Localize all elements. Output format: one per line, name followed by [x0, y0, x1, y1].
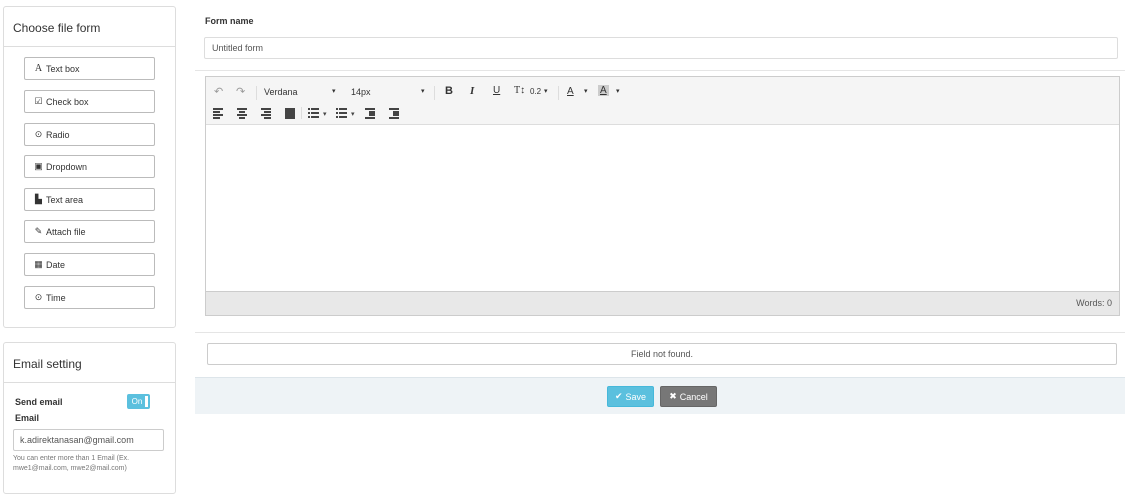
undo-icon[interactable]: ↶	[214, 85, 223, 98]
toolbar-separator	[558, 86, 559, 100]
line-height-value[interactable]: 0.2	[530, 87, 541, 96]
toggle-label: On	[131, 397, 143, 406]
email-label: Email	[15, 413, 40, 423]
date-label: Date	[46, 259, 66, 270]
font-color-icon[interactable]: A	[567, 86, 574, 97]
editor-status-bar: Words: 0	[206, 291, 1119, 315]
checkbox-icon: ☑	[34, 96, 43, 106]
editor-toolbar: ↶ ↷ Verdana ▾ 14px ▾ B I U T↕ 0.2 ▾ A ▾ …	[206, 77, 1119, 125]
email-help-text: You can enter more than 1 Email (Ex. mwe…	[13, 455, 130, 472]
bold-icon[interactable]: B	[445, 85, 453, 97]
line-height-icon[interactable]: T↕	[514, 85, 525, 96]
attach-file-label: Attach file	[46, 226, 86, 237]
not-found-text: Field not found.	[630, 349, 694, 359]
font-size-select[interactable]: 14px	[351, 87, 371, 97]
italic-icon[interactable]: I	[470, 85, 474, 97]
toolbar-separator	[256, 86, 257, 100]
dropdown-label: Dropdown	[46, 161, 88, 172]
underline-icon[interactable]: U	[493, 85, 500, 96]
chevron-down-icon[interactable]: ▾	[616, 87, 620, 95]
text-icon: A	[34, 63, 43, 74]
radio-button[interactable]: ⊙ Radio	[24, 123, 155, 146]
word-count: Words: 0	[1076, 298, 1112, 308]
check-icon: ✔	[614, 391, 623, 401]
radio-icon: ⊙	[34, 129, 43, 139]
attach-file-button[interactable]: ✎ Attach file	[24, 220, 155, 243]
form-actions-bar: ✔ Save ✖ Cancel	[195, 377, 1125, 414]
cancel-button[interactable]: ✖ Cancel	[660, 386, 717, 407]
background-color-icon[interactable]: A	[598, 85, 609, 96]
paperclip-icon: ✎	[34, 226, 43, 236]
align-center-icon	[237, 108, 247, 119]
text-area-label: Text area	[46, 194, 84, 205]
calendar-icon: ▦	[34, 259, 43, 269]
dropdown-icon: ▣	[34, 161, 43, 171]
save-button[interactable]: ✔ Save	[607, 386, 654, 407]
save-label: Save	[625, 391, 647, 402]
font-family-select[interactable]: Verdana	[264, 87, 298, 97]
choose-file-form-panel: Choose file form A Text box ☑ Check box …	[3, 6, 176, 328]
text-box-label: Text box	[46, 63, 80, 74]
svg-text:▾: ▾	[351, 110, 355, 118]
date-button[interactable]: ▦ Date	[24, 253, 155, 276]
time-label: Time	[46, 292, 66, 303]
redo-icon[interactable]: ↷	[236, 85, 245, 98]
chevron-down-icon[interactable]: ▾	[584, 87, 588, 95]
toolbar-separator	[434, 86, 435, 100]
formatting-icons: ▾ ▾	[213, 107, 399, 119]
divider	[195, 332, 1125, 333]
dropdown-button[interactable]: ▣ Dropdown	[24, 155, 155, 178]
check-box-button[interactable]: ☑ Check box	[24, 90, 155, 113]
divider	[195, 70, 1125, 71]
send-email-toggle[interactable]: On	[127, 394, 150, 409]
chevron-down-icon[interactable]: ▾	[544, 87, 548, 95]
textarea-icon: ▙	[35, 194, 42, 204]
email-setting-title: Email setting	[4, 343, 175, 383]
radio-label: Radio	[46, 129, 70, 140]
choose-file-form-title: Choose file form	[4, 7, 175, 47]
close-icon: ✖	[669, 391, 677, 401]
form-name-label: Form name	[205, 16, 254, 26]
form-name-input[interactable]	[204, 37, 1118, 59]
svg-text:▾: ▾	[323, 110, 327, 118]
clock-icon: ⊙	[34, 292, 43, 302]
outdent-icon	[365, 108, 375, 119]
numbered-list-icon: ▾	[336, 108, 355, 118]
align-justify-icon	[285, 108, 295, 119]
form-editor-main: Form name ↶ ↷ Verdana ▾ 14px ▾ B I U T↕ …	[195, 6, 1125, 414]
rich-text-editor: ↶ ↷ Verdana ▾ 14px ▾ B I U T↕ 0.2 ▾ A ▾ …	[205, 76, 1120, 316]
chevron-down-icon[interactable]: ▾	[332, 87, 336, 95]
editor-content-area[interactable]	[206, 125, 1119, 291]
align-left-icon	[213, 108, 223, 119]
field-not-found-message: Field not found.	[207, 343, 1117, 365]
text-area-button[interactable]: ▙ Text area	[24, 188, 155, 211]
check-box-label: Check box	[46, 96, 89, 107]
indent-icon	[389, 108, 399, 119]
email-setting-panel: Email setting Send email On Email You ca…	[3, 342, 176, 494]
send-email-label: Send email	[15, 397, 63, 407]
align-right-icon	[261, 108, 271, 119]
email-field[interactable]	[13, 429, 164, 451]
chevron-down-icon[interactable]: ▾	[421, 87, 425, 95]
time-button[interactable]: ⊙ Time	[24, 286, 155, 309]
text-box-button[interactable]: A Text box	[24, 57, 155, 80]
bullet-list-icon: ▾	[308, 108, 327, 118]
cancel-label: Cancel	[679, 391, 708, 402]
